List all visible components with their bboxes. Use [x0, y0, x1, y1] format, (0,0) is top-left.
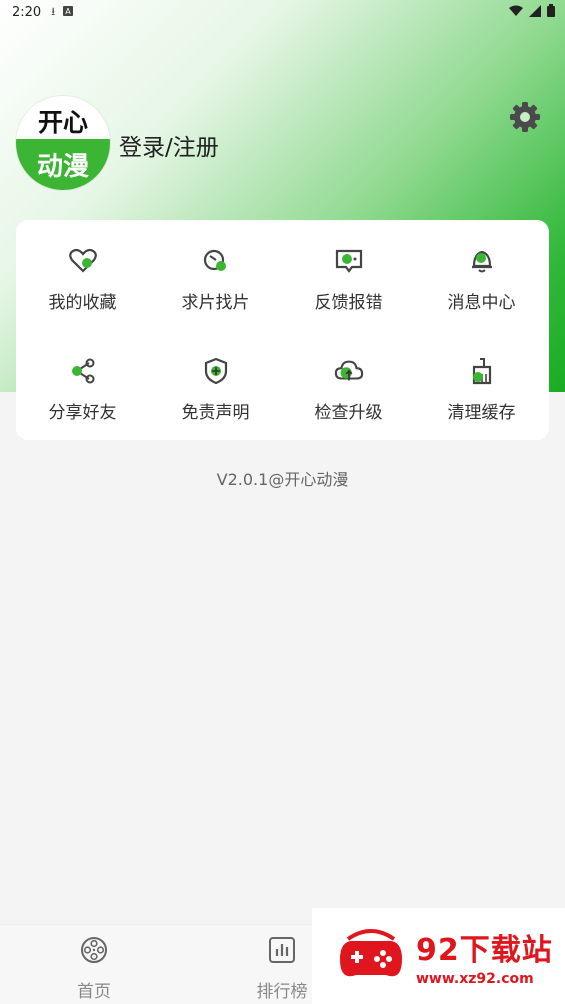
- signal-icon: [529, 4, 541, 17]
- menu-item-request[interactable]: 求片找片: [149, 220, 282, 330]
- wifi-icon: [509, 5, 523, 17]
- gamepad-logo-icon: [334, 919, 408, 993]
- nav-item-home[interactable]: 首页: [44, 935, 144, 1002]
- menu-card: 我的收藏 求片找片 反馈报错 消息中心 分享好友 免责声明 检查升级 清理缓存: [16, 220, 549, 440]
- shield-icon: [201, 356, 231, 386]
- download-icon: ⭳: [51, 4, 56, 18]
- menu-label: 反馈报错: [314, 293, 383, 313]
- menu-item-check-update[interactable]: 检查升级: [282, 330, 415, 440]
- search-film-icon: [201, 246, 231, 276]
- menu-item-share[interactable]: 分享好友: [16, 330, 149, 440]
- settings-button[interactable]: [508, 102, 542, 136]
- menu-label: 免责声明: [181, 403, 250, 423]
- nav-label: 排行榜: [256, 982, 308, 1002]
- menu-label: 检查升级: [314, 403, 383, 423]
- film-reel-icon: [79, 935, 109, 969]
- cloud-upload-icon: [334, 356, 364, 386]
- gear-icon: [509, 101, 541, 137]
- menu-item-clear-cache[interactable]: 清理缓存: [415, 330, 548, 440]
- menu-item-messages[interactable]: 消息中心: [415, 220, 548, 330]
- login-register-link[interactable]: 登录/注册: [119, 128, 219, 162]
- menu-label: 分享好友: [48, 403, 117, 423]
- watermark: 92下载站 www.xz92.com: [312, 908, 565, 1004]
- menu-item-feedback[interactable]: 反馈报错: [282, 220, 415, 330]
- share-icon: [68, 356, 98, 386]
- menu-label: 求片找片: [181, 293, 250, 313]
- version-text: V2.0.1@开心动漫: [216, 470, 349, 489]
- status-icons: [509, 4, 555, 17]
- watermark-title: 92下载站: [416, 933, 553, 968]
- heart-icon: [68, 246, 98, 276]
- watermark-url: www.xz92.com: [416, 971, 534, 987]
- broom-icon: [467, 356, 497, 386]
- menu-item-disclaimer[interactable]: 免责声明: [149, 330, 282, 440]
- status-bar: 2:20 ⭳ A: [0, 0, 565, 24]
- status-time: 2:20: [12, 4, 42, 20]
- menu-label: 清理缓存: [447, 403, 516, 423]
- bell-icon: [467, 246, 497, 276]
- feedback-icon: [334, 246, 364, 276]
- logo-line2: 动漫: [16, 139, 110, 190]
- app-logo[interactable]: 开心 动漫: [16, 96, 110, 190]
- battery-icon: [547, 4, 555, 17]
- svg-text:A: A: [65, 7, 71, 16]
- chart-icon: [267, 935, 297, 969]
- notification-a-icon: A: [63, 5, 74, 19]
- menu-item-favorites[interactable]: 我的收藏: [16, 220, 149, 330]
- menu-label: 消息中心: [447, 293, 516, 313]
- logo-line1: 开心: [16, 96, 110, 140]
- menu-label: 我的收藏: [48, 293, 117, 313]
- nav-label: 首页: [77, 982, 111, 1002]
